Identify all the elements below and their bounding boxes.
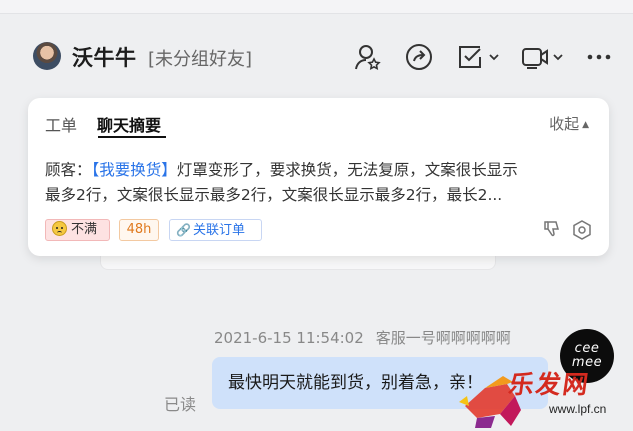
link-order-label: 关联订单: [192, 223, 245, 238]
watermark-url: www.lpf.cn: [549, 402, 607, 416]
checklist-icon[interactable]: [456, 43, 502, 71]
contact-group[interactable]: [未分组好友]: [148, 45, 252, 71]
read-status: 已读: [164, 395, 197, 414]
duration-badge: 48h: [119, 219, 159, 241]
mood-badge: 不满: [45, 219, 110, 241]
collapse-button[interactable]: 收起 ▲: [549, 113, 589, 134]
summary-text-line2: 最多2行，文案很长显示最多2行，文案很长显示最多2行，最长2...: [45, 186, 503, 204]
chat-header: 沃牛牛 [未分组好友]: [0, 14, 633, 98]
contact-name: 沃牛牛: [72, 46, 137, 70]
tab-work-orders[interactable]: 工单: [45, 112, 77, 136]
mood-label: 不满: [71, 222, 98, 237]
message-meta: 2021-6-15 11:54:02 客服一号啊啊啊啊啊: [214, 327, 511, 348]
summary-tag[interactable]: 【我要换货】: [92, 161, 177, 179]
summary-prefix: 顾客：: [45, 161, 92, 179]
summary-text-line1: 灯罩变形了，要求换货，无法复原，文案很长显示: [176, 161, 518, 179]
watermark-logo-text: 乐发网: [506, 370, 592, 399]
share-arrow-icon[interactable]: [405, 43, 433, 71]
link-icon: 🔗: [176, 223, 191, 237]
agent-name: 客服一号啊啊啊啊啊: [375, 329, 511, 347]
active-tab-indicator: [98, 136, 166, 138]
user-star-icon[interactable]: [354, 43, 382, 71]
chat-summary-text: 顾客：【我要换货】灯罩变形了，要求换货，无法复原，文案很长显示 最多2行，文案很…: [45, 158, 585, 208]
caret-up-icon: ▲: [582, 120, 589, 130]
window-top-strip: [0, 0, 633, 14]
message-timestamp: 2021-6-15 11:54:02: [214, 329, 364, 347]
sad-face-icon: [52, 221, 67, 236]
avatar-text-top: cee: [574, 341, 600, 356]
summary-line-1: 顾客：【我要换货】灯罩变形了，要求换货，无法复原，文案很长显示: [45, 158, 585, 183]
tab-chat-summary[interactable]: 聊天摘要: [97, 112, 161, 136]
contact-avatar[interactable]: [33, 42, 61, 70]
link-order-button[interactable]: 🔗 关联订单: [169, 219, 262, 241]
settings-hex-icon[interactable]: [572, 220, 592, 244]
video-camera-icon[interactable]: [521, 43, 567, 71]
collapse-label: 收起: [549, 115, 580, 133]
summary-panel: 工单 聊天摘要 收起 ▲ 顾客：【我要换货】灯罩变形了，要求换货，无法复原，文案很…: [28, 98, 609, 256]
thumbs-down-icon[interactable]: [543, 220, 561, 242]
more-icon[interactable]: [586, 52, 612, 62]
